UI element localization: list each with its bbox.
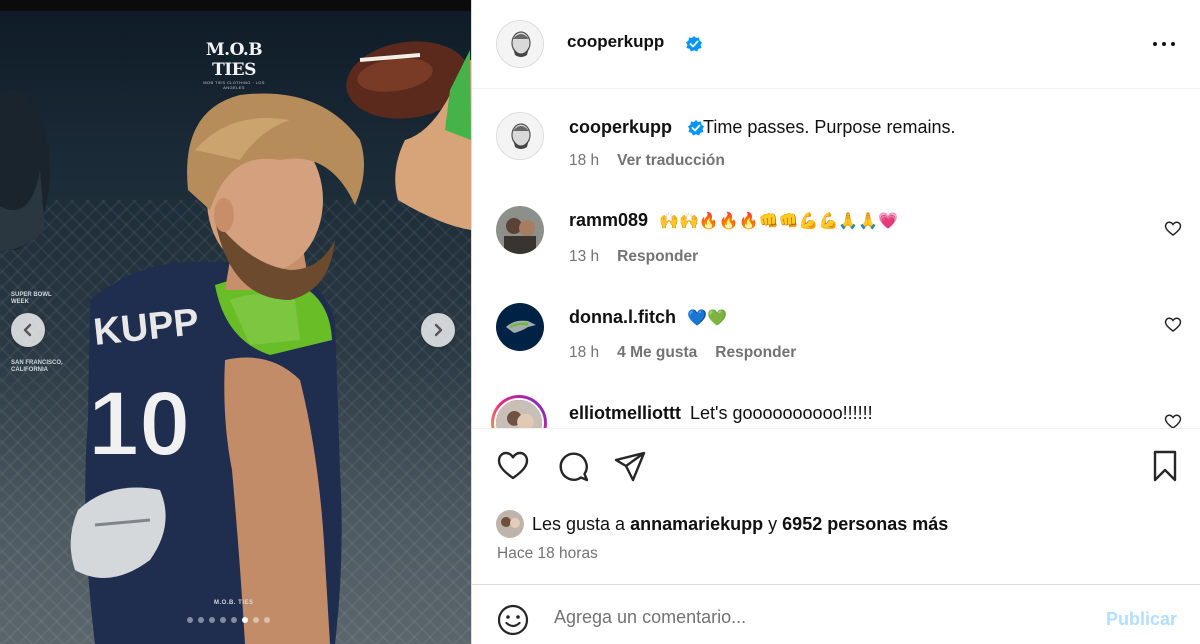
- caption-text: Time passes. Purpose remains.: [703, 117, 956, 137]
- verified-badge-icon: [688, 120, 704, 136]
- carousel-dots: [187, 617, 270, 623]
- comment-text: 🙌🙌🔥🔥🔥👊👊💪💪🙏🙏💗: [659, 211, 899, 230]
- caption-text-line: cooperkupp Time passes. Purpose remains.: [569, 117, 955, 138]
- comment-text-line: donna.l.fitch 💙💚: [569, 307, 727, 328]
- likes-featured-user[interactable]: annamariekupp: [630, 514, 763, 535]
- likes-summary: Les gusta a annamariekupp y 6952 persona…: [496, 510, 948, 538]
- verified-badge-icon: [686, 36, 702, 52]
- carousel-dot: [253, 617, 259, 623]
- liker-avatar-image: [496, 510, 524, 538]
- comment-like-heart-icon[interactable]: [1164, 220, 1182, 238]
- comment-meta: 18 h 4 Me gusta Responder: [569, 344, 796, 362]
- side-caption-bottom: SAN FRANCISCO, CALIFORNIA: [11, 360, 63, 373]
- caption-meta: 18 h Ver traducción: [569, 152, 725, 170]
- like-heart-icon[interactable]: [496, 449, 530, 483]
- more-dot-icon: [1162, 42, 1166, 46]
- comment-text: Let's goooooooooo!!!!!!: [690, 403, 873, 423]
- comment-username[interactable]: ramm089: [569, 210, 648, 230]
- liker-avatar[interactable]: [496, 510, 524, 538]
- player-photo: KUPP 10: [0, 41, 471, 644]
- more-dot-icon: [1153, 42, 1157, 46]
- comment-username[interactable]: donna.l.fitch: [569, 307, 676, 327]
- author-username[interactable]: cooperkupp: [567, 32, 664, 52]
- commenter-avatar-image: [496, 206, 544, 254]
- more-dot-icon: [1171, 42, 1175, 46]
- comments-list: cooperkupp Time passes. Purpose remains.…: [472, 90, 1200, 428]
- comment-text: 💙💚: [687, 308, 727, 327]
- more-options-button[interactable]: [1149, 34, 1179, 54]
- post-details-panel: cooperkupp cooperkupp Time passes. Purpo…: [471, 0, 1200, 644]
- translate-link[interactable]: Ver traducción: [617, 152, 725, 170]
- post-header: cooperkupp: [472, 0, 1200, 89]
- comment-input[interactable]: [554, 602, 1094, 632]
- bookmark-save-icon[interactable]: [1148, 449, 1182, 483]
- carousel-dot: [198, 617, 204, 623]
- author-avatar-image: [497, 21, 543, 67]
- comment-text-line: elliotmelliottt Let's goooooooooo!!!!!!: [569, 403, 873, 424]
- reply-button[interactable]: Responder: [617, 248, 698, 266]
- comment-username[interactable]: elliotmelliottt: [569, 403, 681, 423]
- caption-author-avatar[interactable]: [496, 112, 544, 160]
- comment-time: 18 h: [569, 344, 600, 361]
- seahawks-avatar-icon: [496, 303, 544, 351]
- emoji-smiley-icon[interactable]: [496, 603, 530, 637]
- comment-like-heart-icon[interactable]: [1164, 413, 1182, 428]
- reply-button[interactable]: Responder: [715, 344, 796, 362]
- carousel-dot: [187, 617, 193, 623]
- carousel-dot: [231, 617, 237, 623]
- publish-button[interactable]: Publicar: [1106, 609, 1177, 630]
- carousel-dot: [220, 617, 226, 623]
- caption-time: 18 h: [569, 152, 600, 169]
- comment-text-line: ramm089 🙌🙌🔥🔥🔥👊👊💪💪🙏🙏💗: [569, 210, 898, 231]
- caption-avatar-image: [497, 113, 543, 159]
- commenter-avatar[interactable]: [496, 303, 544, 351]
- add-comment-bar: Publicar: [472, 584, 1200, 644]
- comment-likes-count[interactable]: 4 Me gusta: [617, 344, 697, 362]
- brand-logo-subtext: MOB TIES CLOTHING · LOS ANGELES: [203, 80, 265, 90]
- carousel-dot: [264, 617, 270, 623]
- carousel-prev-button[interactable]: [11, 313, 45, 347]
- comment-time: 13 h: [569, 248, 600, 265]
- commenter-avatar[interactable]: [496, 206, 544, 254]
- jersey-number: 10: [88, 373, 190, 475]
- likes-count[interactable]: 6952 personas más: [782, 514, 948, 535]
- brand-logo: M.O.B TIES MOB TIES CLOTHING · LOS ANGEL…: [203, 40, 265, 90]
- footer-brand-mark: M.O.B. TIES: [214, 600, 254, 606]
- chevron-left-icon: [23, 323, 32, 337]
- comment-like-heart-icon[interactable]: [1164, 316, 1182, 334]
- carousel-dot-active: [242, 617, 248, 623]
- commenter-avatar-story-ring[interactable]: [491, 395, 547, 428]
- brand-logo-text: M.O.B TIES: [205, 40, 263, 80]
- carousel-next-button[interactable]: [421, 313, 455, 347]
- post-timestamp: Hace 18 horas: [497, 545, 598, 562]
- comment-meta: 13 h Responder: [569, 248, 698, 266]
- share-send-icon[interactable]: [613, 449, 647, 483]
- chevron-right-icon: [434, 323, 443, 337]
- post-media: KUPP 10 M.O.B TIES MOB TIES CLOTHING · L…: [0, 0, 471, 644]
- comment-bubble-icon[interactable]: [556, 449, 590, 483]
- caption-username[interactable]: cooperkupp: [569, 117, 672, 137]
- post-actions: Les gusta a annamariekupp y 6952 persona…: [472, 428, 1200, 583]
- side-caption-top: SUPER BOWL WEEK: [11, 292, 52, 305]
- likes-prefix: Les gusta a: [532, 513, 626, 534]
- author-avatar[interactable]: [496, 20, 544, 68]
- carousel-dot: [209, 617, 215, 623]
- likes-connector: y: [768, 513, 778, 534]
- commenter-avatar-image: [494, 398, 544, 428]
